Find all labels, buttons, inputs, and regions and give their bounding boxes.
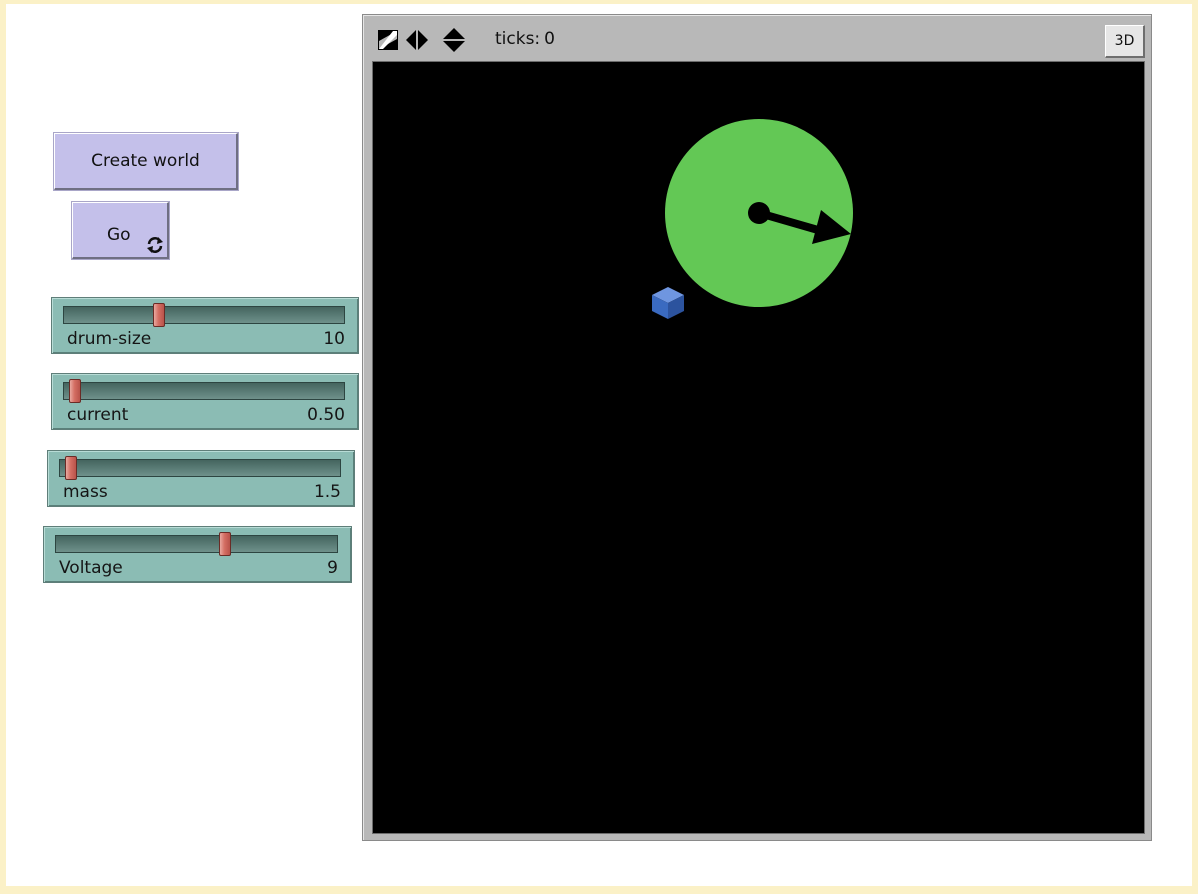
slider-value: 0.50 [307, 405, 345, 425]
slider-value: 1.5 [313, 482, 341, 502]
create-world-button[interactable]: Create world [54, 133, 238, 190]
ticks-value: 0 [544, 29, 555, 49]
slider-label: mass [63, 482, 108, 502]
create-world-label: Create world [91, 151, 200, 171]
go-label: Go [107, 225, 131, 245]
view-3d-label: 3D [1114, 33, 1135, 49]
rotation-arrow-pivot [748, 202, 770, 224]
slider-track[interactable] [59, 456, 341, 480]
slider-thumb[interactable] [218, 532, 231, 556]
slider-mass[interactable]: mass 1.5 [47, 450, 355, 507]
slider-label: Voltage [59, 558, 123, 578]
wrap-vertical-icon[interactable] [441, 27, 467, 53]
slider-thumb[interactable] [65, 456, 78, 480]
slider-thumb[interactable] [69, 379, 82, 403]
slider-value: 10 [323, 329, 345, 349]
mass-block-icon [652, 287, 684, 319]
world-view-panel: ticks: 0 3D [362, 14, 1152, 841]
wrap-diagonal-icon[interactable] [375, 27, 401, 53]
ticks-label: ticks: [495, 29, 541, 49]
slider-drum-size[interactable]: drum-size 10 [51, 297, 359, 354]
ticks-counter: ticks: 0 [495, 29, 555, 49]
slider-label: drum-size [67, 329, 152, 349]
slider-thumb[interactable] [153, 303, 166, 327]
wrap-horizontal-icon[interactable] [404, 27, 430, 53]
slider-current[interactable]: current 0.50 [51, 373, 359, 430]
slider-track[interactable] [63, 303, 345, 327]
forever-arrows-icon [147, 237, 163, 253]
slider-value: 9 [327, 558, 338, 578]
view-3d-button[interactable]: 3D [1105, 25, 1145, 58]
go-button[interactable]: Go [72, 202, 169, 259]
world-svg [652, 119, 853, 319]
view-toolbar: ticks: 0 3D [363, 15, 1151, 61]
world-canvas[interactable] [372, 61, 1145, 834]
slider-label: current [67, 405, 129, 425]
slider-voltage[interactable]: Voltage 9 [43, 526, 352, 583]
slider-track[interactable] [55, 532, 338, 556]
slider-track[interactable] [63, 379, 345, 403]
